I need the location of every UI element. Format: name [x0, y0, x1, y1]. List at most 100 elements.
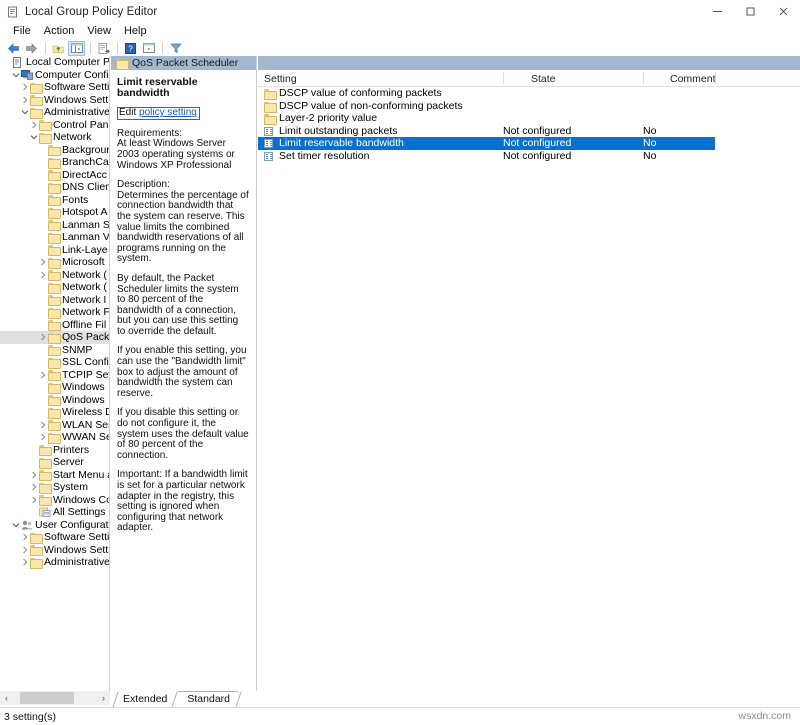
tree-item[interactable]: WLAN Ser — [0, 419, 109, 432]
table-row[interactable]: DSCP value of conforming packets — [258, 87, 800, 100]
chevron-right-icon[interactable] — [20, 94, 29, 107]
tree-item[interactable]: Control Panel — [0, 119, 109, 132]
table-row[interactable]: Layer-2 priority value — [258, 112, 800, 125]
tree-item[interactable]: Windows — [0, 381, 109, 394]
column-header-state[interactable]: State — [531, 73, 556, 85]
tree-item[interactable]: Administrative Te — [0, 106, 109, 119]
menu-help[interactable]: Help — [118, 24, 154, 39]
view-icon[interactable] — [140, 41, 157, 56]
chevron-right-icon[interactable] — [20, 81, 29, 94]
tree-item[interactable]: WWAN Se — [0, 431, 109, 444]
tree-item[interactable]: TCPIP Seti — [0, 369, 109, 382]
column-divider[interactable] — [503, 72, 504, 84]
maximize-button[interactable] — [734, 0, 767, 23]
chevron-right-icon[interactable] — [20, 531, 29, 544]
column-divider[interactable] — [715, 72, 716, 84]
tree-item[interactable]: Windows Setting — [0, 94, 109, 107]
policy-setting-link[interactable]: policy setting — [139, 107, 197, 118]
tree-item[interactable]: Windows Cor — [0, 494, 109, 507]
chevron-right-icon[interactable] — [38, 369, 47, 382]
chevron-right-icon[interactable] — [29, 119, 38, 132]
folder-icon — [38, 483, 51, 492]
chevron-right-icon[interactable] — [29, 494, 38, 507]
tree-item[interactable]: Computer Configura — [0, 69, 109, 82]
tree-item[interactable]: Windows — [0, 394, 109, 407]
tree-item[interactable]: DirectAcc — [0, 169, 109, 182]
menu-action[interactable]: Action — [38, 24, 82, 39]
tree-item[interactable]: User Configuration — [0, 519, 109, 532]
tree-item[interactable]: Wireless D — [0, 406, 109, 419]
table-row[interactable]: Limit reservable bandwidthNot configured… — [258, 137, 715, 150]
pane-splitter[interactable] — [256, 56, 257, 691]
tree-item[interactable]: Link-Laye — [0, 244, 109, 257]
tree-item[interactable]: Software Settings — [0, 531, 109, 544]
tree-horizontal-scrollbar[interactable]: ‹ › — [0, 691, 110, 705]
tree-item[interactable]: Network F — [0, 306, 109, 319]
tab-extended[interactable]: Extended — [112, 692, 176, 707]
tree-item[interactable]: SSL Confi — [0, 356, 109, 369]
table-row[interactable]: DSCP value of non-conforming packets — [258, 100, 800, 113]
scroll-right-arrow[interactable]: › — [97, 691, 110, 705]
filter-icon[interactable] — [167, 41, 184, 56]
tree-item[interactable]: Microsoft — [0, 256, 109, 269]
tree-item[interactable]: Backgrour — [0, 144, 109, 157]
show-hide-tree-icon[interactable] — [68, 41, 85, 56]
chevron-down-icon[interactable] — [11, 519, 20, 532]
export-list-icon[interactable] — [95, 41, 112, 56]
chevron-down-icon[interactable] — [20, 106, 29, 119]
table-row[interactable]: Set timer resolutionNot configuredNo — [258, 150, 800, 163]
column-divider[interactable] — [643, 72, 644, 84]
scroll-thumb[interactable] — [20, 692, 74, 704]
chevron-right-icon[interactable] — [38, 419, 47, 432]
tree-item[interactable]: Lanman V — [0, 231, 109, 244]
tree-item[interactable]: Hotspot A — [0, 206, 109, 219]
table-row[interactable]: Limit outstanding packetsNot configuredN… — [258, 125, 800, 138]
tree-item[interactable]: DNS Clien — [0, 181, 109, 194]
menu-file[interactable]: File — [7, 24, 38, 39]
scroll-left-arrow[interactable]: ‹ — [0, 691, 13, 705]
folder-icon — [47, 145, 60, 154]
chevron-down-icon[interactable] — [11, 69, 20, 82]
chevron-down-icon[interactable] — [29, 131, 38, 144]
chevron-right-icon[interactable] — [20, 556, 29, 569]
tree-item[interactable]: Start Menu ar — [0, 469, 109, 482]
tree-item[interactable]: QoS Packe — [0, 331, 109, 344]
tree-item[interactable]: Network — [0, 131, 109, 144]
tree-item[interactable]: Local Computer Policy — [0, 56, 109, 69]
settings-list[interactable]: DSCP value of conforming packetsDSCP val… — [258, 87, 800, 162]
up-one-level-icon[interactable] — [50, 41, 67, 56]
back-icon[interactable] — [5, 41, 22, 56]
chevron-right-icon[interactable] — [38, 269, 47, 282]
tree-item[interactable]: Network ( — [0, 269, 109, 282]
column-header-comment[interactable]: Comment — [670, 73, 716, 85]
tree-item[interactable]: Windows Setting — [0, 544, 109, 557]
chevron-right-icon[interactable] — [29, 481, 38, 494]
scroll-track[interactable] — [13, 691, 97, 705]
help-icon[interactable]: ? — [122, 41, 139, 56]
close-button[interactable] — [767, 0, 800, 23]
chevron-right-icon[interactable] — [38, 331, 47, 344]
chevron-right-icon[interactable] — [29, 469, 38, 482]
minimize-button[interactable] — [701, 0, 734, 23]
chevron-right-icon[interactable] — [20, 544, 29, 557]
console-tree[interactable]: Local Computer PolicyComputer ConfiguraS… — [0, 56, 110, 691]
tab-standard[interactable]: Standard — [176, 691, 239, 707]
tree-item[interactable]: Software Settings — [0, 81, 109, 94]
tree-item[interactable]: Printers — [0, 444, 109, 457]
tree-item[interactable]: Administrative Te — [0, 556, 109, 569]
tree-item[interactable]: SNMP — [0, 344, 109, 357]
tree-item[interactable]: Fonts — [0, 194, 109, 207]
chevron-right-icon[interactable] — [38, 431, 47, 444]
tree-item[interactable]: Network I — [0, 294, 109, 307]
forward-icon[interactable] — [23, 41, 40, 56]
menu-view[interactable]: View — [81, 24, 118, 39]
column-header-setting[interactable]: Setting — [264, 73, 297, 85]
tree-item[interactable]: All Settings — [0, 506, 109, 519]
tree-item[interactable]: System — [0, 481, 109, 494]
tree-item[interactable]: Network ( — [0, 281, 109, 294]
tree-item[interactable]: BranchCa — [0, 156, 109, 169]
chevron-right-icon[interactable] — [38, 256, 47, 269]
tree-item[interactable]: Lanman S — [0, 219, 109, 232]
tree-item[interactable]: Server — [0, 456, 109, 469]
tree-item[interactable]: Offline Fil — [0, 319, 109, 332]
